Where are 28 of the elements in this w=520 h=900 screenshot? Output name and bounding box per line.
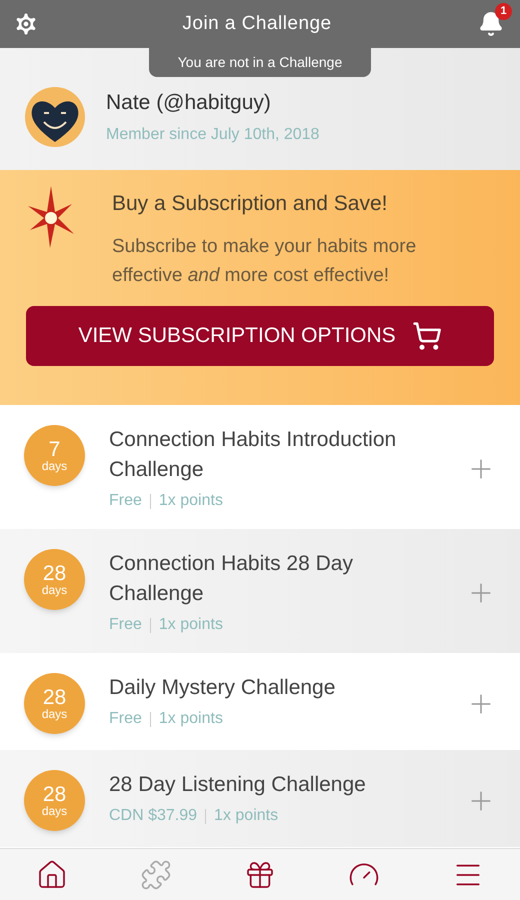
home-icon[interactable] [36, 858, 68, 890]
member-since: Member since July 10th, 2018 [106, 124, 320, 145]
challenge-points: 1x points [158, 491, 223, 511]
challenge-points: 1x points [158, 709, 223, 729]
challenge-price: CDN $37.99 [109, 806, 198, 826]
notification-count: 1 [495, 3, 512, 20]
challenge-row[interactable]: 28 days Connection Habits 28 Day Challenge Free 1x points [0, 529, 520, 653]
cart-icon [412, 320, 442, 350]
challenge-title: Daily Mystery Challenge [109, 675, 336, 701]
challenge-title: Connection Habits Introduction Challenge [109, 427, 398, 483]
challenge-points: 1x points [158, 615, 223, 635]
user-name: Nate (@habitguy) [106, 90, 272, 116]
challenge-title: 28 Day Listening Challenge [109, 772, 367, 798]
days-badge: 7 days [24, 425, 85, 486]
screen-title: Join a Challenge [182, 12, 332, 36]
challenge-points: 1x points [214, 806, 278, 826]
promo-title: Buy a Subscription and Save! [112, 191, 389, 217]
challenge-title: Connection Habits 28 Day Challenge [109, 551, 354, 607]
challenge-price: Free [109, 615, 142, 635]
challenge-row[interactable]: 28 days 28 Day Listening Challenge CDN $37.99 1x points [0, 750, 520, 847]
days-badge: 28 days [24, 770, 85, 831]
days-badge: 28 days [24, 549, 85, 610]
challenge-price: Free [109, 709, 142, 729]
challenge-price: Free [109, 491, 142, 511]
promo-text: Subscribe to make your habits more effective and more cost effective! [112, 234, 418, 288]
days-badge: 28 days [24, 673, 85, 734]
view-subscription-button[interactable]: VIEW SUBSCRIPTION OPTIONS [26, 306, 494, 366]
avatar-icon [24, 86, 86, 148]
